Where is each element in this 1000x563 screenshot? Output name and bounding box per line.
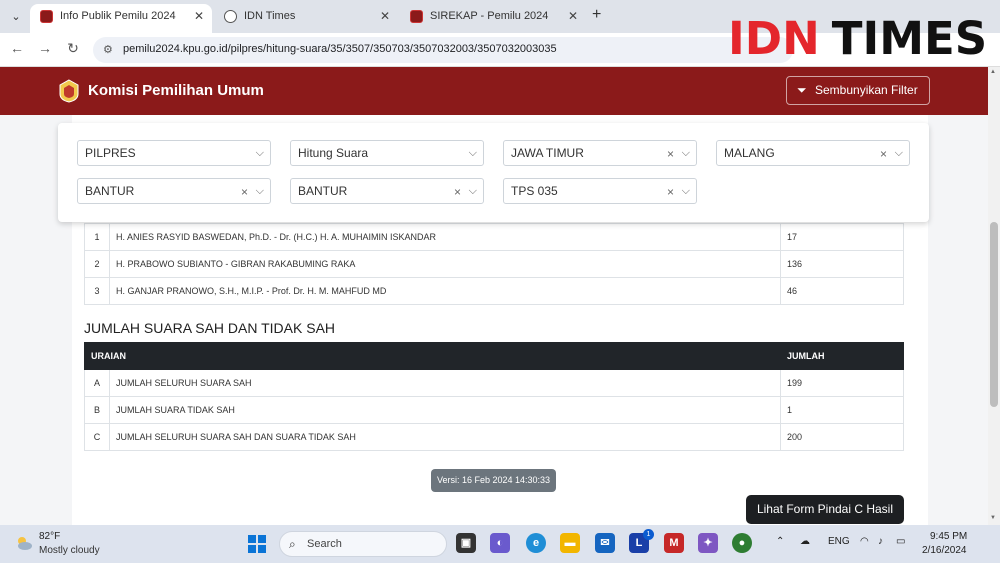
version-badge: Versi: 16 Feb 2024 14:30:33: [431, 469, 556, 492]
table-header-row: URAIAN JUMLAH: [84, 342, 904, 370]
section-title: JUMLAH SUARA SAH DAN TIDAK SAH: [84, 320, 336, 336]
kpu-logo-icon: [59, 79, 79, 103]
scroll-thumb[interactable]: [990, 222, 998, 407]
regency-select[interactable]: MALANG × ⌵: [716, 140, 910, 166]
table-row: 1 H. ANIES RASYID BASWEDAN, Ph.D. - Dr. …: [84, 223, 904, 251]
chevron-down-icon[interactable]: ⌵: [469, 179, 477, 203]
filter-panel: PILPRES ⌵ Hitung Suara ⌵ JAWA TIMUR × ⌵ …: [58, 123, 929, 222]
copilot-icon[interactable]: ✦: [698, 533, 718, 553]
mode-select[interactable]: Hitung Suara ⌵: [290, 140, 484, 166]
task-view-icon[interactable]: ▣: [456, 533, 476, 553]
weather-description: Mostly cloudy: [39, 545, 100, 556]
mcafee-icon[interactable]: M: [664, 533, 684, 553]
scroll-down-icon[interactable]: ▼: [990, 515, 996, 521]
taskbar-search-input[interactable]: ⌕ Search: [279, 531, 447, 557]
village-select[interactable]: BANTUR × ⌵: [290, 178, 484, 204]
idn-times-watermark-logo: IDN TIMES: [728, 12, 988, 65]
chevron-down-icon[interactable]: ⌵: [895, 141, 903, 165]
windows-start-icon[interactable]: [248, 535, 266, 553]
browser-tab-sirekap[interactable]: SIREKAP - Pemilu 2024 ✕: [400, 4, 586, 33]
table-row: C JUMLAH SELURUH SUARA SAH DAN SUARA TID…: [84, 423, 904, 451]
table-row: A JUMLAH SELURUH SUARA SAH 199: [84, 369, 904, 397]
close-icon[interactable]: ✕: [568, 4, 578, 28]
clock-time[interactable]: 9:45 PM: [930, 531, 967, 542]
view-scan-form-button[interactable]: Lihat Form Pindai C Hasil: [746, 495, 904, 524]
url-text: pemilu2024.kpu.go.id/pilpres/hitung-suar…: [123, 43, 557, 55]
scroll-up-icon[interactable]: ▲: [990, 69, 996, 75]
teams-chat-icon[interactable]: ◐: [490, 533, 510, 553]
close-icon[interactable]: ✕: [194, 4, 204, 28]
kpu-favicon-icon: [410, 10, 423, 23]
hide-filter-button[interactable]: ⏷ Sembunyikan Filter: [786, 76, 930, 105]
chrome-icon[interactable]: ●: [732, 533, 752, 553]
file-explorer-icon[interactable]: ▬: [560, 533, 580, 553]
tray-chevron-up-icon[interactable]: ⌃: [776, 536, 784, 547]
windows-taskbar: 82°F Mostly cloudy ⌕ Search ▣ ◐ e ▬ ✉ L …: [0, 525, 1000, 563]
forward-arrow-icon[interactable]: →: [36, 40, 54, 56]
browser-tab-idn-times[interactable]: IDN Times ✕: [214, 4, 398, 33]
table-row: B JUMLAH SUARA TIDAK SAH 1: [84, 396, 904, 424]
chevron-down-icon[interactable]: ⌵: [256, 141, 264, 165]
chevron-down-icon[interactable]: ⌵: [469, 141, 477, 165]
clear-icon[interactable]: ×: [667, 142, 674, 166]
volume-icon[interactable]: ♪: [878, 536, 883, 547]
kpu-header: Komisi Pemilihan Umum ⏷ Sembunyikan Filt…: [0, 67, 988, 115]
clear-icon[interactable]: ×: [667, 180, 674, 204]
search-icon: ⌕: [289, 537, 296, 551]
weather-temperature: 82°F: [39, 531, 61, 542]
language-indicator[interactable]: ENG: [828, 536, 850, 547]
chevron-down-icon[interactable]: ⌵: [256, 179, 264, 203]
address-bar[interactable]: ⚙ pemilu2024.kpu.go.id/pilpres/hitung-su…: [93, 37, 793, 63]
notification-badge: 1: [643, 529, 654, 540]
globe-icon: [224, 10, 237, 23]
table-row: 3 H. GANJAR PRANOWO, S.H., M.I.P. - Prof…: [84, 277, 904, 305]
back-arrow-icon[interactable]: ←: [8, 40, 26, 56]
new-tab-button[interactable]: +: [592, 6, 601, 24]
site-info-icon[interactable]: ⚙: [103, 43, 113, 56]
province-select[interactable]: JAWA TIMUR × ⌵: [503, 140, 697, 166]
clear-icon[interactable]: ×: [454, 180, 461, 204]
district-select[interactable]: BANTUR × ⌵: [77, 178, 271, 204]
filter-icon: ⏷: [797, 83, 807, 97]
candidate-votes-table: 1 H. ANIES RASYID BASWEDAN, Ph.D. - Dr. …: [84, 223, 904, 305]
clock-date[interactable]: 2/16/2024: [922, 545, 967, 556]
close-icon[interactable]: ✕: [380, 4, 390, 28]
page-scrollbar[interactable]: ▲ ▼: [988, 67, 1000, 525]
reload-icon[interactable]: ↻: [64, 40, 82, 57]
edge-browser-icon[interactable]: e: [526, 533, 546, 553]
chevron-down-icon[interactable]: ⌵: [682, 141, 690, 165]
tab-search-chevron-icon[interactable]: ⌄: [6, 7, 26, 27]
clear-icon[interactable]: ×: [241, 180, 248, 204]
summary-votes-table: URAIAN JUMLAH A JUMLAH SELURUH SUARA SAH…: [84, 342, 904, 451]
tps-select[interactable]: TPS 035 × ⌵: [503, 178, 697, 204]
browser-tab-info-publik[interactable]: Info Publik Pemilu 2024 ✕: [30, 4, 212, 33]
table-row: 2 H. PRABOWO SUBIANTO - GIBRAN RAKABUMIN…: [84, 250, 904, 278]
clear-icon[interactable]: ×: [880, 142, 887, 166]
chevron-down-icon[interactable]: ⌵: [682, 179, 690, 203]
cloud-weather-icon[interactable]: [14, 533, 34, 553]
onedrive-cloud-icon[interactable]: ☁: [800, 536, 810, 547]
election-select[interactable]: PILPRES ⌵: [77, 140, 271, 166]
kpu-favicon-icon: [40, 10, 53, 23]
mail-icon[interactable]: ✉: [595, 533, 615, 553]
battery-icon[interactable]: ▭: [896, 536, 905, 547]
wifi-icon[interactable]: ◠: [860, 536, 869, 547]
page-title: Komisi Pemilihan Umum: [88, 82, 264, 99]
